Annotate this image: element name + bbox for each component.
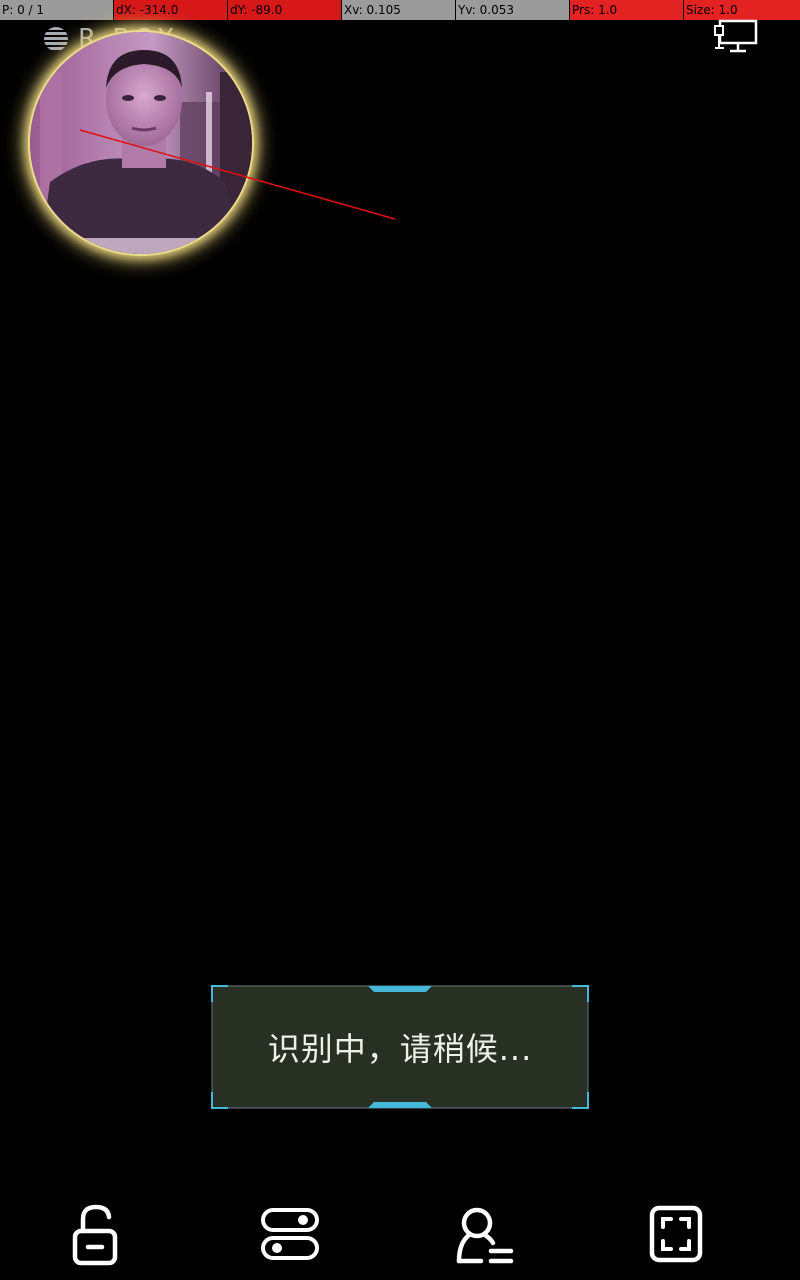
camera-preview	[30, 32, 252, 254]
pointer-count: P: 0 / 1	[0, 0, 114, 20]
scan-frame-button[interactable]	[638, 1196, 714, 1272]
velocity-y: Yv: 0.053	[456, 0, 570, 20]
recognizing-toast: 识别中，请稍候...	[210, 984, 590, 1110]
user-list-button[interactable]	[446, 1196, 522, 1272]
brand-mark-icon	[44, 27, 68, 51]
display-settings-icon	[714, 19, 758, 53]
display-settings-button[interactable]	[712, 18, 760, 58]
unlock-icon	[72, 1204, 118, 1266]
delta-y: dY: -89.0	[228, 0, 342, 20]
user-list-icon	[456, 1207, 514, 1264]
face-preview-image	[30, 32, 252, 254]
velocity-x: Xv: 0.105	[342, 0, 456, 20]
face-recognition-screen: P: 0 / 1 dX: -314.0 dY: -89.0 Xv: 0.105 …	[0, 0, 800, 1280]
scan-frame-icon	[649, 1205, 703, 1263]
pressure: Prs: 1.0	[570, 0, 684, 20]
bottom-toolbar	[0, 1196, 800, 1272]
toast-message: 识别中，请稍候...	[267, 1030, 533, 1068]
pointer-location-bar: P: 0 / 1 dX: -314.0 dY: -89.0 Xv: 0.105 …	[0, 0, 800, 20]
toggle-switch-icon	[261, 1208, 319, 1260]
toggle-mode-button[interactable]	[252, 1196, 328, 1272]
delta-x: dX: -314.0	[114, 0, 228, 20]
unlock-button[interactable]	[58, 1196, 134, 1272]
touch-size: Size: 1.0	[684, 0, 800, 20]
